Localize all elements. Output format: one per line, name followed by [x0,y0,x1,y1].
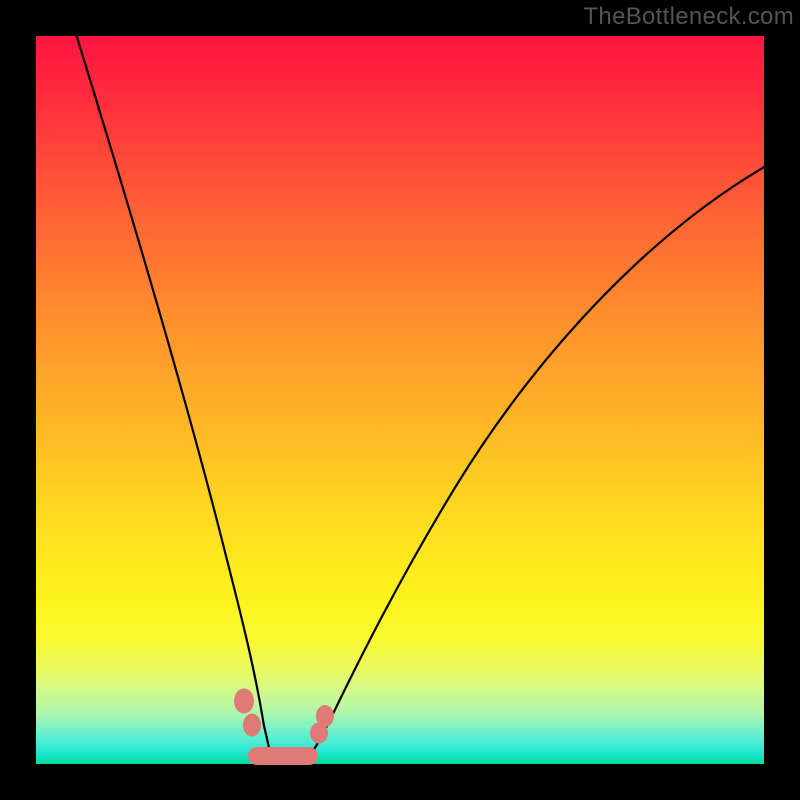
chart-frame: TheBottleneck.com [0,0,800,800]
bottom-lozenge [248,747,318,765]
highlight-dots [36,36,764,764]
dot-left-upper [236,690,253,712]
watermark-text: TheBottleneck.com [583,3,794,31]
dot-left-lower [245,715,260,735]
dot-right-lower [312,724,327,742]
plot-area [36,36,764,764]
dot-right-upper [318,707,333,726]
